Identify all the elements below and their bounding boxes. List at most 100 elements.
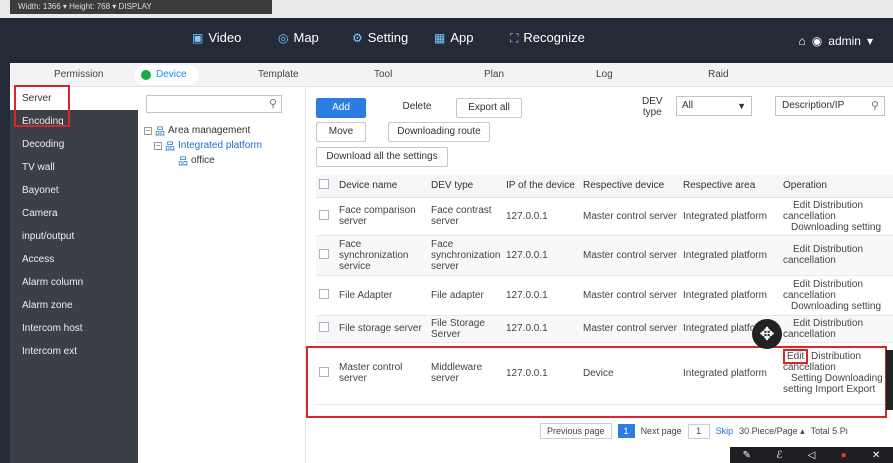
close-icon[interactable]: ✕ xyxy=(872,450,880,461)
sidebar-item-alarm-zone[interactable]: Alarm zone xyxy=(10,294,138,317)
downloading-setting-link[interactable]: Downloading setting xyxy=(783,222,890,233)
dev-type-label: DEV type xyxy=(642,96,663,118)
subnav-plan[interactable]: Plan xyxy=(484,63,504,87)
map-icon: ◎ xyxy=(278,31,289,45)
sidebar-item-access[interactable]: Access xyxy=(10,248,138,271)
sidebar-item-intercom-host[interactable]: Intercom host xyxy=(10,317,138,340)
cell-respective-area: Integrated platform xyxy=(680,197,780,236)
sidebar-item-decoding[interactable]: Decoding xyxy=(10,133,138,156)
sidebar-item-input-output[interactable]: input/output xyxy=(10,225,138,248)
col-ip[interactable]: IP of the device xyxy=(503,175,580,198)
previous-page-button[interactable]: Previous page xyxy=(540,423,612,439)
cell-operation: Edit Distribution cancellation Downloadi… xyxy=(780,275,893,316)
stub-text: Width: 1366 ▾ Height: 768 ▾ DISPLAY xyxy=(10,0,272,14)
description-ip-placeholder: Description/IP xyxy=(782,100,845,111)
cell-device-name: Face synchronization service xyxy=(336,235,428,276)
edit-distribution-link[interactable]: Edit Distribution xyxy=(783,318,890,329)
cancellation-link[interactable]: cancellation xyxy=(783,329,890,340)
collapse-icon[interactable]: − xyxy=(144,126,152,135)
collapse-icon[interactable]: − xyxy=(154,141,162,150)
cancellation-link[interactable]: cancellation xyxy=(783,255,890,266)
sub-navigation: Permission Device Template Tool Plan Log… xyxy=(10,63,893,87)
cancellation-link[interactable]: cancellation xyxy=(783,211,890,222)
subnav-raid[interactable]: Raid xyxy=(708,63,729,87)
col-dev-type[interactable]: DEV type xyxy=(428,175,503,198)
pen-icon[interactable]: ✎ xyxy=(743,450,751,461)
per-page-select[interactable]: 30 Piece/Page ▴ xyxy=(739,426,805,437)
chevron-down-icon: ▾ xyxy=(866,34,873,48)
dev-type-label-line1: DEV xyxy=(642,96,663,107)
dev-type-select[interactable]: All ▼ xyxy=(676,96,752,116)
recognize-icon: ⛶ xyxy=(510,31,519,45)
export-all-button[interactable]: Export all xyxy=(456,98,522,118)
sidebar-item-intercom-ext[interactable]: Intercom ext xyxy=(10,340,138,363)
row-checkbox[interactable] xyxy=(319,322,329,332)
cancellation-link[interactable]: cancellation xyxy=(783,290,890,301)
tree-node-area-management[interactable]: − 品 Area management xyxy=(144,123,250,138)
row-checkbox[interactable] xyxy=(319,288,329,299)
downloading-setting-link[interactable]: Downloading setting xyxy=(783,301,890,312)
col-operation: Operation xyxy=(780,175,893,198)
cell-device-name: Face comparison server xyxy=(336,197,428,236)
edit-distribution-link[interactable]: Edit Distribution xyxy=(783,200,890,211)
delete-button[interactable]: Delete xyxy=(392,98,442,118)
add-button[interactable]: Add xyxy=(316,98,366,118)
tree-node-integrated-platform[interactable]: − 品 Integrated platform xyxy=(154,138,262,153)
cell-dev-type: Face contrast server xyxy=(428,197,503,236)
cell-operation: Edit Distribution cancellation Downloadi… xyxy=(780,197,893,236)
nav-setting[interactable]: ⚙ Setting xyxy=(352,28,408,48)
sidebar-item-alarm-column[interactable]: Alarm column xyxy=(10,271,138,294)
cell-ip: 127.0.0.1 xyxy=(503,315,580,343)
table-row[interactable]: File Adapter File adapter 127.0.0.1 Mast… xyxy=(316,275,893,316)
row-checkbox[interactable] xyxy=(319,209,329,220)
sidebar-item-bayonet[interactable]: Bayonet xyxy=(10,179,138,202)
page-number-input[interactable]: 1 xyxy=(687,423,710,439)
current-page[interactable]: 1 xyxy=(617,424,635,438)
nav-video-label: Video xyxy=(208,30,242,45)
nav-recognize[interactable]: ⛶ Recognize xyxy=(510,28,585,48)
search-icon[interactable]: ⚲ xyxy=(871,97,879,115)
description-ip-search[interactable]: Description/IP ⚲ xyxy=(775,96,885,116)
row-checkbox[interactable] xyxy=(319,248,329,259)
search-icon[interactable]: ⚲ xyxy=(269,97,277,110)
nav-map[interactable]: ◎ Map xyxy=(278,28,319,48)
user-menu[interactable]: ⌂ ◉ admin ▾ xyxy=(799,34,873,48)
next-page-button[interactable]: Next page xyxy=(641,426,682,436)
audio-icon[interactable]: ◁ xyxy=(808,450,816,461)
table-header-row: Device name DEV type IP of the device Re… xyxy=(316,175,893,198)
edit-distribution-link[interactable]: Edit Distribution xyxy=(783,279,890,290)
gear-icon: ⚙ xyxy=(352,31,363,45)
skip-button[interactable]: Skip xyxy=(716,426,734,436)
tree-node-label: Area management xyxy=(168,125,251,136)
tree-node-office[interactable]: 品 office xyxy=(178,153,215,168)
subnav-permission[interactable]: Permission xyxy=(54,63,103,87)
top-navigation: ▣ Video ◎ Map ⚙ Setting ▦ App ⛶ Recogniz… xyxy=(0,18,893,63)
sidebar-item-camera[interactable]: Camera xyxy=(10,202,138,225)
record-icon[interactable]: ● xyxy=(841,450,847,461)
table-row[interactable]: Face comparison server Face contrast ser… xyxy=(316,197,893,236)
nav-recognize-label: Recognize xyxy=(523,30,585,45)
subnav-device[interactable]: Device xyxy=(134,65,199,85)
move-button[interactable]: Move xyxy=(316,122,366,142)
subnav-template[interactable]: Template xyxy=(258,63,299,87)
network-icon: 品 xyxy=(155,127,165,138)
tool-icon[interactable]: ℰ xyxy=(776,450,782,461)
sidebar-item-tv-wall[interactable]: TV wall xyxy=(10,156,138,179)
table-row[interactable]: File storage server File Storage Server … xyxy=(316,315,893,343)
col-respective-area[interactable]: Respective area xyxy=(680,175,780,198)
subnav-tool[interactable]: Tool xyxy=(374,63,392,87)
select-all-checkbox[interactable] xyxy=(319,179,329,190)
table-row[interactable]: Face synchronization service Face synchr… xyxy=(316,235,893,276)
nav-video[interactable]: ▣ Video xyxy=(192,28,241,48)
download-all-settings-button[interactable]: Download all the settings xyxy=(316,147,448,167)
subnav-log[interactable]: Log xyxy=(596,63,613,87)
tree-search-input[interactable]: ⚲ xyxy=(146,95,282,113)
col-respective-device[interactable]: Respective device xyxy=(580,175,680,198)
col-device-name[interactable]: Device name xyxy=(336,175,428,198)
edit-distribution-link[interactable]: Edit Distribution xyxy=(783,244,890,255)
bell-icon[interactable]: ⌂ xyxy=(799,34,806,48)
nav-app[interactable]: ▦ App xyxy=(434,28,473,48)
video-icon: ▣ xyxy=(192,31,204,45)
downloading-route-button[interactable]: Downloading route xyxy=(388,122,490,142)
cell-device-name: File storage server xyxy=(336,315,428,343)
